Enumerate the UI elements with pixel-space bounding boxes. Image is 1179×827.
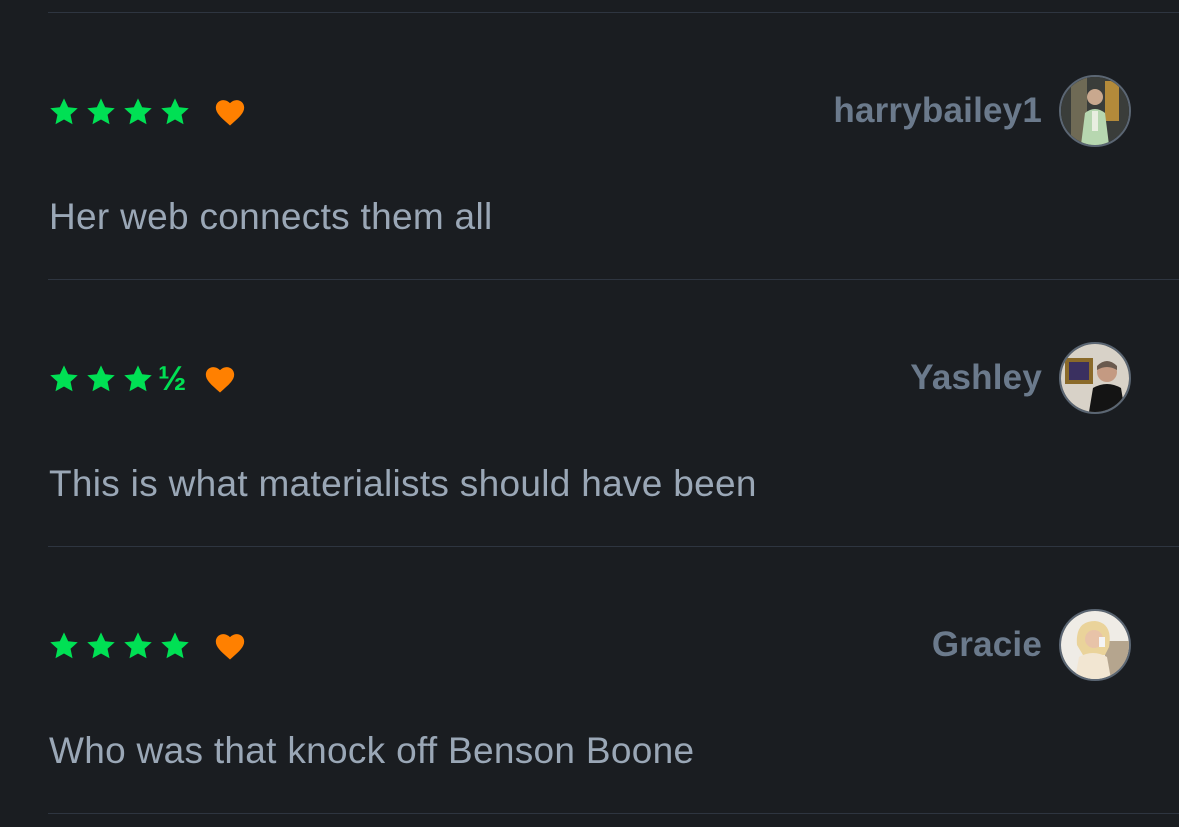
review-text: Her web connects them all bbox=[49, 196, 493, 237]
username[interactable]: Gracie bbox=[932, 625, 1042, 665]
user-info[interactable]: harrybailey1 bbox=[833, 73, 1131, 148]
avatar-icon[interactable] bbox=[1059, 74, 1131, 147]
star-icon bbox=[50, 365, 78, 392]
half-star: ½ bbox=[158, 360, 187, 398]
star-icon bbox=[124, 365, 152, 392]
star-icon bbox=[124, 632, 152, 659]
star-icon bbox=[161, 98, 189, 125]
rating-row: ½ bbox=[48, 361, 237, 397]
heart-icon bbox=[215, 100, 245, 126]
divider bbox=[48, 813, 1179, 814]
heart-icon bbox=[206, 367, 235, 393]
star-icon bbox=[124, 98, 152, 125]
star-icon bbox=[50, 632, 78, 659]
heart-icon bbox=[215, 634, 245, 660]
review-item[interactable]: Gracie Who was that knock off Benson Boo… bbox=[0, 546, 1179, 813]
star-rating bbox=[48, 630, 196, 662]
username[interactable]: harrybailey1 bbox=[833, 91, 1042, 131]
review-item[interactable]: ½ Yashley This is what materialists shou… bbox=[0, 279, 1179, 546]
star-icon bbox=[161, 632, 189, 659]
rating-row bbox=[48, 628, 247, 664]
star-icon bbox=[87, 632, 115, 659]
review-text: This is what materialists should have be… bbox=[49, 463, 757, 504]
star-icon bbox=[87, 365, 115, 392]
username[interactable]: Yashley bbox=[910, 358, 1042, 398]
avatar-icon[interactable] bbox=[1059, 341, 1131, 414]
star-rating: ½ bbox=[48, 360, 187, 398]
review-text: Who was that knock off Benson Boone bbox=[49, 730, 695, 771]
star-icon bbox=[87, 98, 115, 125]
review-item[interactable]: harrybailey1 Her web connects them all bbox=[0, 12, 1179, 279]
star-icon bbox=[50, 98, 78, 125]
avatar-icon[interactable] bbox=[1059, 608, 1131, 681]
rating-row bbox=[48, 94, 247, 130]
star-rating bbox=[48, 96, 196, 128]
user-info[interactable]: Gracie bbox=[932, 607, 1131, 682]
user-info[interactable]: Yashley bbox=[910, 340, 1131, 415]
